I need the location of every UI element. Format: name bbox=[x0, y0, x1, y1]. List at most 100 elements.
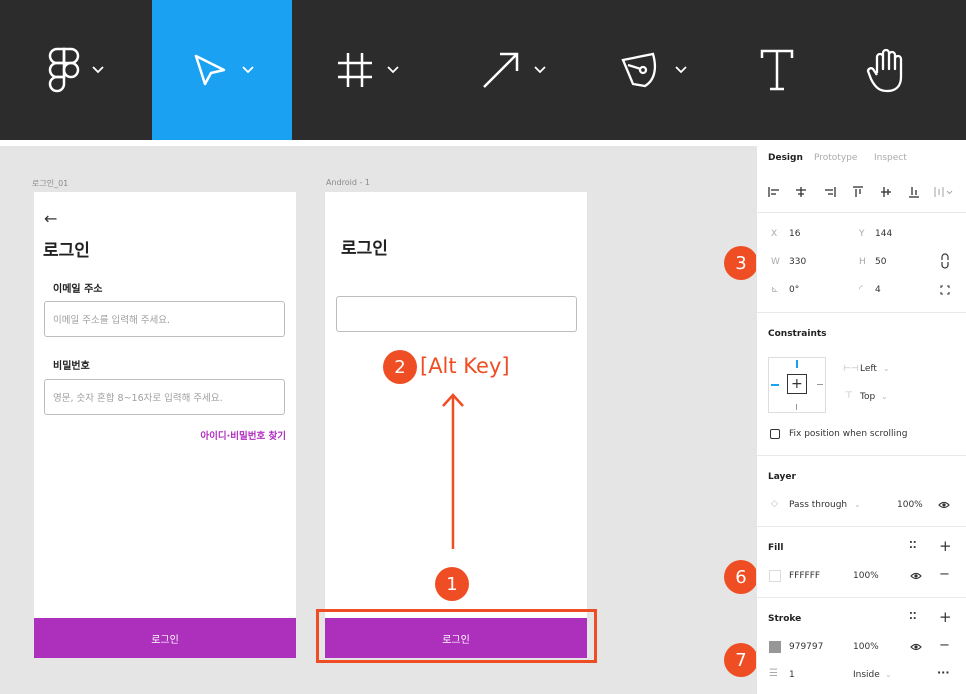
stroke-weight-icon: ☰ bbox=[769, 668, 778, 679]
eye-icon[interactable] bbox=[938, 501, 950, 509]
stroke-position-select[interactable]: Inside bbox=[853, 670, 880, 680]
align-top-icon[interactable] bbox=[852, 186, 864, 198]
tab-design[interactable]: Design bbox=[768, 153, 803, 163]
constraint-top-indicator[interactable] bbox=[796, 360, 798, 368]
chevron-down-icon: ⌄ bbox=[883, 364, 890, 373]
align-right-icon[interactable] bbox=[824, 186, 836, 198]
remove-fill-icon[interactable]: − bbox=[939, 567, 950, 582]
constraint-bottom-indicator[interactable] bbox=[796, 404, 797, 410]
chevron-down-icon: ⌄ bbox=[885, 670, 892, 679]
layer-title: Layer bbox=[768, 472, 796, 482]
figma-menu-button[interactable] bbox=[0, 0, 152, 140]
horizontal-constraint-select[interactable]: Left bbox=[860, 364, 877, 374]
layer-opacity-input[interactable]: 100% bbox=[897, 500, 923, 510]
properties-panel: Design Prototype Inspect X 16 Y 144 W 33… bbox=[756, 146, 966, 694]
password-label: 비밀번호 bbox=[53, 361, 90, 372]
vertical-constraint-select[interactable]: Top bbox=[860, 392, 875, 402]
stroke-color-swatch[interactable] bbox=[769, 641, 781, 653]
fill-hex-input[interactable]: FFFFFF bbox=[789, 571, 820, 581]
chevron-down-icon bbox=[534, 66, 546, 74]
step-badge-3: 3 bbox=[724, 246, 758, 280]
corner-radius-input[interactable]: 4 bbox=[875, 285, 881, 295]
stroke-title: Stroke bbox=[768, 614, 802, 624]
move-tool-button[interactable] bbox=[152, 0, 292, 140]
independent-corners-icon[interactable] bbox=[940, 285, 950, 295]
style-grid-icon[interactable]: ⁚⁚ bbox=[909, 540, 917, 551]
chevron-down-icon: ⌄ bbox=[881, 392, 888, 401]
align-left-icon[interactable] bbox=[768, 186, 780, 198]
chevron-down-icon: ⌄ bbox=[854, 500, 861, 509]
up-arrow-annotation-icon bbox=[442, 393, 464, 549]
stroke-section: Stroke ⁚⁚ + 979797 100% − ☰ 1 Inside ⌄ ·… bbox=[757, 597, 966, 694]
chevron-down-icon bbox=[675, 66, 687, 74]
tab-prototype[interactable]: Prototype bbox=[814, 153, 857, 163]
y-label: Y bbox=[859, 229, 865, 239]
frame-tool-button[interactable] bbox=[292, 0, 442, 140]
fill-title: Fill bbox=[768, 543, 784, 553]
login-button[interactable]: 로그인 bbox=[34, 618, 296, 658]
horizontal-constraint-icon: ⊢⊣ bbox=[843, 364, 859, 374]
shape-tool-button[interactable] bbox=[442, 0, 584, 140]
constraints-section: Constraints + ⊢⊣ Left ⌄ ⊤ Top ⌄ Fix posi… bbox=[757, 312, 966, 455]
tab-inspect[interactable]: Inspect bbox=[874, 153, 907, 163]
constraint-right-indicator[interactable] bbox=[817, 384, 823, 385]
rotation-icon: ⊾ bbox=[771, 285, 779, 295]
fill-section: Fill ⁚⁚ + FFFFFF 100% − bbox=[757, 526, 966, 597]
distribute-icon[interactable] bbox=[934, 186, 954, 198]
remove-stroke-icon[interactable]: − bbox=[939, 638, 950, 653]
add-fill-icon[interactable]: + bbox=[939, 537, 952, 555]
style-grid-icon[interactable]: ⁚⁚ bbox=[909, 611, 917, 622]
hand-tool-button[interactable] bbox=[832, 0, 942, 140]
align-horizontal-center-icon[interactable] bbox=[795, 186, 807, 198]
toolbar bbox=[0, 0, 966, 140]
blend-mode-select[interactable]: Pass through bbox=[789, 500, 847, 510]
alt-key-annotation: [Alt Key] bbox=[420, 354, 510, 378]
frame-label-login-01[interactable]: 로그인_01 bbox=[32, 178, 68, 189]
email-label: 이메일 주소 bbox=[53, 284, 103, 295]
password-field[interactable]: 영문, 숫자 혼합 8~16자로 입력해 주세요. bbox=[44, 379, 285, 415]
align-bottom-icon[interactable] bbox=[908, 186, 920, 198]
w-input[interactable]: 330 bbox=[789, 257, 806, 267]
plus-icon: + bbox=[791, 376, 803, 392]
frame-label-android-1[interactable]: Android - 1 bbox=[326, 178, 370, 187]
text-tool-button[interactable] bbox=[722, 0, 832, 140]
eye-icon[interactable] bbox=[910, 643, 922, 651]
find-id-password-link[interactable]: 아이디·비밀번호 찾기 bbox=[200, 428, 286, 442]
fill-color-swatch[interactable] bbox=[769, 570, 781, 582]
step-badge-7: 7 bbox=[724, 643, 758, 677]
frame-login-01[interactable]: ← 로그인 이메일 주소 이메일 주소를 입력해 주세요. 비밀번호 영문, 숫… bbox=[34, 192, 296, 658]
chevron-down-icon bbox=[387, 66, 399, 74]
text-icon bbox=[760, 49, 794, 91]
hand-icon bbox=[866, 48, 903, 93]
eye-icon[interactable] bbox=[910, 572, 922, 580]
constrain-proportions-icon[interactable] bbox=[940, 253, 950, 269]
constraints-title: Constraints bbox=[768, 329, 827, 339]
stroke-hex-input[interactable]: 979797 bbox=[789, 642, 823, 652]
chevron-down-icon bbox=[92, 66, 104, 74]
back-arrow-icon: ← bbox=[44, 209, 58, 228]
constraint-widget[interactable]: + bbox=[768, 357, 826, 413]
input-field[interactable] bbox=[336, 296, 577, 332]
position-section: X 16 Y 144 W 330 H 50 ⊾ 0° ◜ 4 bbox=[757, 212, 966, 312]
more-options-icon[interactable]: ··· bbox=[937, 666, 950, 679]
fill-opacity-input[interactable]: 100% bbox=[853, 571, 879, 581]
frame-title: 로그인 bbox=[43, 241, 90, 261]
rotation-input[interactable]: 0° bbox=[789, 285, 799, 295]
pen-icon bbox=[621, 52, 657, 88]
stroke-opacity-input[interactable]: 100% bbox=[853, 642, 879, 652]
constraint-left-indicator[interactable] bbox=[771, 384, 779, 386]
fix-position-checkbox[interactable] bbox=[770, 429, 780, 439]
w-label: W bbox=[771, 257, 780, 267]
fix-position-label: Fix position when scrolling bbox=[789, 429, 908, 439]
pen-tool-button[interactable] bbox=[584, 0, 722, 140]
add-stroke-icon[interactable]: + bbox=[939, 608, 952, 626]
align-vertical-center-icon[interactable] bbox=[880, 186, 892, 198]
step-badge-6: 6 bbox=[724, 560, 758, 594]
x-input[interactable]: 16 bbox=[789, 229, 800, 239]
email-field[interactable]: 이메일 주소를 입력해 주세요. bbox=[44, 301, 285, 337]
stroke-weight-input[interactable]: 1 bbox=[789, 670, 795, 680]
h-input[interactable]: 50 bbox=[875, 257, 886, 267]
x-label: X bbox=[771, 229, 778, 239]
y-input[interactable]: 144 bbox=[875, 229, 892, 239]
arrow-line-icon bbox=[483, 52, 519, 88]
